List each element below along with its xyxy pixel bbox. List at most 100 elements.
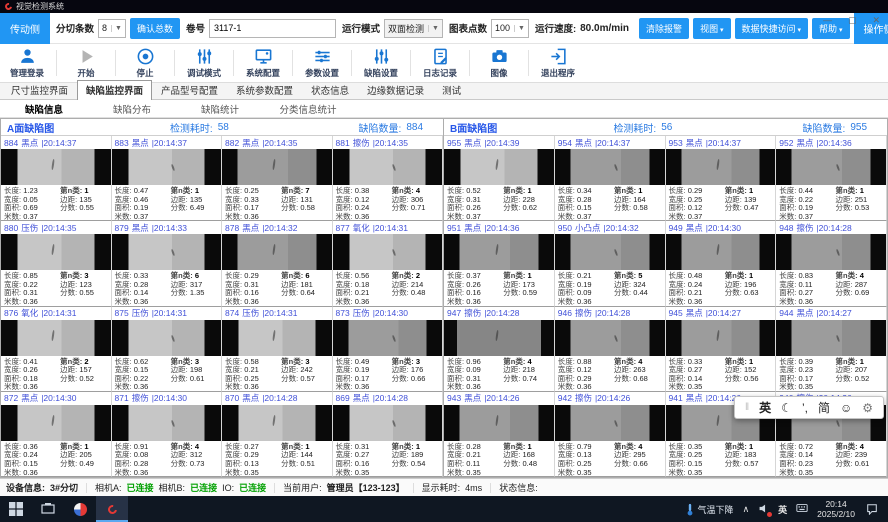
defect-cell[interactable]: 942擦伤20:14:26长度: 0.79宽度: 0.13面积: 0.25米数:… xyxy=(555,392,666,477)
defect-info-left: 长度: 0.79宽度: 0.13面积: 0.25米数: 0.35 xyxy=(558,443,592,476)
defect-info: 长度: 0.29宽度: 0.25面积: 0.12米数: 0.37第n类: 1边距… xyxy=(666,185,776,220)
ime-simplified-toggle[interactable]: 简 xyxy=(818,399,830,416)
tab-2[interactable]: 产品型号配置 xyxy=(152,80,227,99)
defect-cell[interactable]: 884黑点20:14:37长度: 1.23宽度: 0.05面积: 0.69米数:… xyxy=(1,136,112,221)
maximize-button[interactable]: ▢ xyxy=(848,15,857,26)
defect-cell[interactable]: 952黑点20:14:36长度: 0.44宽度: 0.22面积: 0.19米数:… xyxy=(776,136,887,221)
defect-cell[interactable]: 871擦伤20:14:30长度: 0.91宽度: 0.08面积: 0.28米数:… xyxy=(112,392,223,477)
tab-6[interactable]: 测试 xyxy=(433,80,470,99)
params-button[interactable]: 参数设置 xyxy=(297,44,347,82)
login-button[interactable]: 管理登录 xyxy=(2,44,52,82)
defect-cell[interactable]: 951黑点20:14:36长度: 0.37宽度: 0.26面积: 0.16米数:… xyxy=(444,221,555,306)
defect-info-left: 长度: 0.72宽度: 0.14面积: 0.23米数: 0.35 xyxy=(779,443,813,476)
defect-cell[interactable]: 883黑点20:14:37长度: 0.47宽度: 0.46面积: 0.19米数:… xyxy=(112,136,223,221)
defect-cell[interactable]: 946擦伤20:14:28长度: 0.88宽度: 0.12面积: 0.29米数:… xyxy=(555,307,666,392)
defect-time: 20:14:35 xyxy=(262,138,297,148)
defect-cell[interactable]: 882黑点20:14:35长度: 0.25宽度: 0.33面积: 0.17米数:… xyxy=(222,136,333,221)
defect-cell[interactable]: 869黑点20:14:28长度: 0.31宽度: 0.27面积: 0.16米数:… xyxy=(333,392,444,477)
defect-meter-value: 0.36 xyxy=(688,297,703,305)
defect-info-left: 长度: 1.23宽度: 0.05面积: 0.69米数: 0.37 xyxy=(4,187,38,220)
clear-alarm-button[interactable]: 清除报警 xyxy=(639,18,689,39)
defect-id: 883 xyxy=(115,138,129,148)
defect-cell[interactable]: 943黑点20:14:26长度: 0.28宽度: 0.21面积: 0.11米数:… xyxy=(444,392,555,477)
drive-side-button[interactable]: 传动侧 xyxy=(0,13,50,44)
minimize-button[interactable]: — xyxy=(823,15,832,26)
defect-cell[interactable]: 873压伤20:14:30长度: 0.49宽度: 0.19面积: 0.17米数:… xyxy=(333,307,444,392)
tab-1[interactable]: 缺陷监控界面 xyxy=(77,80,152,100)
defect-cell-header: 883黑点20:14:37 xyxy=(112,136,222,149)
run-mode-select[interactable]: 双面检测 ▼ xyxy=(384,19,443,38)
speaker-icon[interactable] xyxy=(758,503,769,516)
defect-score: 分数: 0.68 xyxy=(614,375,648,384)
start-button[interactable]: 开始 xyxy=(61,44,111,82)
defect-info: 长度: 0.34宽度: 0.28面积: 0.15米数: 0.37第n类: 1边距… xyxy=(555,185,665,220)
inspection-app-icon[interactable] xyxy=(96,496,128,522)
detect-time-value: 56 xyxy=(661,122,672,133)
defect-cell[interactable]: 870黑点20:14:28长度: 0.27宽度: 0.29面积: 0.13米数:… xyxy=(222,392,333,477)
defect-cell[interactable]: 874压伤20:14:31长度: 0.58宽度: 0.21面积: 0.25米数:… xyxy=(222,307,333,392)
defect-cell[interactable]: 953黑点20:14:37长度: 0.29宽度: 0.25面积: 0.12米数:… xyxy=(666,136,777,221)
tab-0[interactable]: 尺寸监控界面 xyxy=(2,80,77,99)
tab-3[interactable]: 系统参数配置 xyxy=(227,80,302,99)
defect-info-right: 第n类: 1边距: 183分数: 0.57 xyxy=(725,443,759,469)
defect-cell[interactable]: 949黑点20:14:30长度: 0.48宽度: 0.24面积: 0.21米数:… xyxy=(666,221,777,306)
defect-score: 分数: 0.61 xyxy=(836,460,870,469)
defect-cell[interactable]: 950小凸点20:14:32长度: 0.21宽度: 0.19面积: 0.09米数… xyxy=(555,221,666,306)
defect-cell[interactable]: 878黑点20:14:32长度: 0.29宽度: 0.31面积: 0.16米数:… xyxy=(222,221,333,306)
debug-button[interactable]: 调试模式 xyxy=(179,44,229,82)
tab-5[interactable]: 边缘数据记录 xyxy=(358,80,433,99)
defect-cell[interactable]: 954黑点20:14:37长度: 0.34宽度: 0.28面积: 0.15米数:… xyxy=(555,136,666,221)
close-button[interactable]: ✕ xyxy=(872,15,880,26)
defect-cell[interactable]: 945黑点20:14:27长度: 0.33宽度: 0.27面积: 0.14米数:… xyxy=(666,307,777,392)
defect-cell[interactable]: 872黑点20:14:30长度: 0.36宽度: 0.24面积: 0.15米数:… xyxy=(1,392,112,477)
view-menu-button[interactable]: 视图 xyxy=(693,18,730,39)
subtab-0[interactable]: 缺陷信息 xyxy=(0,102,88,116)
gear-icon[interactable]: ⚙ xyxy=(862,401,873,415)
roll-number-input[interactable] xyxy=(209,19,336,38)
smiley-icon[interactable]: ☺ xyxy=(840,401,852,415)
defect-cell[interactable]: 881擦伤20:14:35长度: 0.38宽度: 0.12面积: 0.24米数:… xyxy=(333,136,444,221)
chart-points-select[interactable]: 100 ▼ xyxy=(491,19,529,38)
action-center-icon[interactable] xyxy=(864,503,880,515)
subtab-3[interactable]: 分类信息统计 xyxy=(264,102,352,116)
ime-punctuation-toggle[interactable]: ’, xyxy=(802,401,808,415)
defect-info-right: 第n类: 1边距: 251分数: 0.53 xyxy=(836,187,870,213)
moon-icon[interactable]: ☾ xyxy=(781,401,792,415)
defect-cell[interactable]: 948擦伤20:14:28长度: 0.83宽度: 0.11面积: 0.27米数:… xyxy=(776,221,887,306)
image-button[interactable]: 图像 xyxy=(474,44,524,82)
defect-cell[interactable]: 944黑点20:14:27长度: 0.39宽度: 0.23面积: 0.17米数:… xyxy=(776,307,887,392)
task-view-button[interactable] xyxy=(32,496,64,522)
browser-app-icon[interactable] xyxy=(64,496,96,522)
stop-button[interactable]: 停止 xyxy=(120,44,170,82)
system-button[interactable]: 系统配置 xyxy=(238,44,288,82)
defect-image xyxy=(776,320,886,356)
defect-cell[interactable]: 947擦伤20:14:28长度: 0.96宽度: 0.09面积: 0.31米数:… xyxy=(444,307,555,392)
defect-button[interactable]: 缺陷设置 xyxy=(356,44,406,82)
ime-language-toggle[interactable]: 英 xyxy=(759,399,771,416)
tab-4[interactable]: 状态信息 xyxy=(302,80,358,99)
defect-cell-header: 871擦伤20:14:30 xyxy=(112,392,222,405)
taskbar-clock[interactable]: 20:14 2025/2/10 xyxy=(817,499,855,519)
data-quick-access-menu-button[interactable]: 数据快捷访问 xyxy=(735,18,808,39)
defect-cell[interactable]: 875压伤20:14:31长度: 0.62宽度: 0.15面积: 0.22米数:… xyxy=(112,307,223,392)
exit-button[interactable]: 退出程序 xyxy=(533,44,583,82)
weather-widget[interactable]: 气温下降 xyxy=(686,503,734,516)
slit-count-select[interactable]: 8 ▼ xyxy=(98,19,126,38)
keyboard-icon[interactable] xyxy=(796,502,808,516)
tray-expand-chevron[interactable]: ∧ xyxy=(743,504,750,515)
chevron-down-icon: ▼ xyxy=(428,25,439,32)
subtab-1[interactable]: 缺陷分布 xyxy=(88,102,176,116)
defect-cell[interactable]: 880压伤20:14:35长度: 0.85宽度: 0.22面积: 0.31米数:… xyxy=(1,221,112,306)
defect-cell[interactable]: 879黑点20:14:33长度: 0.33宽度: 0.28面积: 0.14米数:… xyxy=(112,221,223,306)
start-button[interactable] xyxy=(0,496,32,522)
defect-cell[interactable]: 877氧化20:14:31长度: 0.56宽度: 0.18面积: 0.21米数:… xyxy=(333,221,444,306)
subtab-2[interactable]: 缺陷统计 xyxy=(176,102,264,116)
log-button[interactable]: 日志记录 xyxy=(415,44,465,82)
ime-drag-handle[interactable]: ‖ xyxy=(745,402,749,413)
confirm-total-button[interactable]: 确认总数 xyxy=(130,18,180,39)
defect-meter-label: 米数: xyxy=(669,297,686,305)
defect-info-left: 长度: 0.96宽度: 0.09面积: 0.31米数: 0.36 xyxy=(447,358,481,391)
defect-cell[interactable]: 876氧化20:14:31长度: 0.41宽度: 0.26面积: 0.18米数:… xyxy=(1,307,112,392)
input-language-indicator[interactable]: 英 xyxy=(778,503,787,516)
defect-cell[interactable]: 955黑点20:14:39长度: 0.52宽度: 0.31面积: 0.26米数:… xyxy=(444,136,555,221)
